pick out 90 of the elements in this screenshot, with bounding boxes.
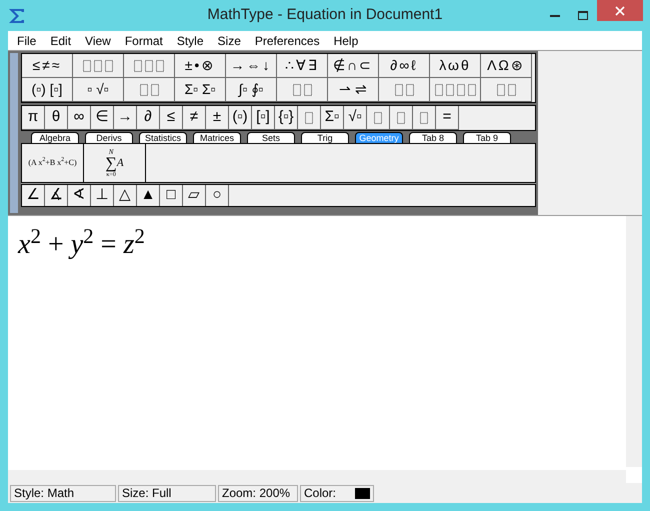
palette-button[interactable]: ▱ [183,185,206,206]
palette-button[interactable]: Σ▫ Σ▫ [175,78,226,102]
palette-button[interactable]: ⇀ ⇌ [328,78,379,102]
palette-button[interactable]: ≤ [160,106,183,130]
palette-button[interactable]: ≤≠≈ [22,54,73,78]
palette-button[interactable]: ± [206,106,229,130]
palette-button[interactable]: = [436,106,459,130]
close-icon [615,6,625,16]
menu-item[interactable]: Format [118,32,170,50]
palette-button[interactable]: ∡ [45,185,68,206]
palette-tab[interactable]: Tab 9 [463,132,511,143]
palette-button[interactable]: ≠ [183,106,206,130]
close-button[interactable] [597,0,643,21]
menu-item[interactable]: Edit [43,32,78,50]
palette-button[interactable]: ∢ [68,185,91,206]
palette-handle[interactable] [10,53,18,213]
palette-button[interactable]: ∈ [91,106,114,130]
size-status: Size: Full [118,484,216,502]
palette-button[interactable] [413,106,436,130]
minimize-icon [550,14,560,17]
expression-button[interactable]: (A x$^{2}$+B x$^{2}$+C) [22,144,84,182]
palette-tab[interactable]: Sets [247,132,295,143]
menu-item[interactable]: View [78,32,118,50]
palette-button[interactable] [277,78,328,102]
palette-button[interactable]: ▲ [137,185,160,206]
palette-button[interactable]: [▫] [252,106,275,130]
palette-button[interactable]: ΛΩ⊛ [481,54,532,78]
palette-button[interactable] [430,78,481,102]
palette-button[interactable]: λωθ [430,54,481,78]
menu-item[interactable]: Preferences [248,32,327,50]
menu-item[interactable]: Size [210,32,248,50]
palette-tab[interactable]: Derivs [85,132,133,143]
window-title: MathType - Equation in Document1 [206,5,444,26]
palette-button[interactable]: → [114,106,137,130]
palette-tab[interactable]: Tab 8 [409,132,457,143]
palette-button[interactable]: ∠ [22,185,45,206]
palette-button[interactable]: π [22,106,45,130]
palette-button[interactable]: ∂∞ℓ [379,54,430,78]
palette-button[interactable]: √▫ [344,106,367,130]
palette-button[interactable]: ∞ [68,106,91,130]
template-icon [134,60,164,72]
palette-tab[interactable]: Algebra [31,132,79,143]
palette-button[interactable]: {▫} [275,106,298,130]
menu-item[interactable]: Help [326,32,366,50]
palette-button[interactable] [367,106,390,130]
palette-button[interactable] [124,54,175,78]
palette-button[interactable]: ±•⊗ [175,54,226,78]
template-icon [83,60,113,72]
template-icon [305,112,313,124]
palette-button[interactable] [379,78,430,102]
palette-button[interactable]: ∂ [137,106,160,130]
template-icon [374,112,382,124]
template-icon [140,84,158,96]
maximize-icon [578,11,588,20]
template-icon [496,84,516,96]
palette-button[interactable] [124,78,175,102]
palette-button[interactable]: ∴∀∃ [277,54,328,78]
palette-button[interactable] [481,78,532,102]
palette-button[interactable]: ∉∩⊂ [328,54,379,78]
color-status: Color: [304,485,336,502]
menu-item[interactable]: Style [170,32,211,50]
palette-button[interactable]: ○ [206,185,229,206]
palette-button[interactable]: (▫) [▫] [22,78,73,102]
equation: x$^{2}$ + y$^{2}$ = z$^{2}$ [18,224,145,262]
sigma-icon[interactable] [8,8,26,24]
style-status: Style: Math [10,484,116,502]
palette-button[interactable]: ⊥ [91,185,114,206]
palette-button[interactable]: △ [114,185,137,206]
zoom-status: Zoom: 200% [218,484,298,502]
palette-button[interactable]: →⇔↓ [226,54,277,78]
palette-button[interactable]: □ [160,185,183,206]
vertical-scrollbar[interactable] [626,216,642,467]
template-icon [397,112,405,124]
palette-button[interactable]: (▫) [229,106,252,130]
template-icon [434,84,476,96]
palette-button[interactable]: ▫ √▫ [73,78,124,102]
palette-button[interactable]: ∫▫ ∮▫ [226,78,277,102]
template-icon [394,84,414,96]
palette-tab[interactable]: Trig [301,132,349,143]
menu-item[interactable]: File [10,32,44,50]
template-icon [292,84,312,96]
template-icon [420,112,428,124]
palette-tab[interactable]: Statistics [139,132,187,143]
palette-button[interactable]: θ [45,106,68,130]
palette-tab[interactable]: Matrices [193,132,241,143]
palette-button[interactable] [390,106,413,130]
palette-button[interactable]: Σ▫ [321,106,344,130]
palette-button[interactable] [73,54,124,78]
horizontal-scrollbar[interactable] [8,470,626,483]
palette-button[interactable] [298,106,321,130]
